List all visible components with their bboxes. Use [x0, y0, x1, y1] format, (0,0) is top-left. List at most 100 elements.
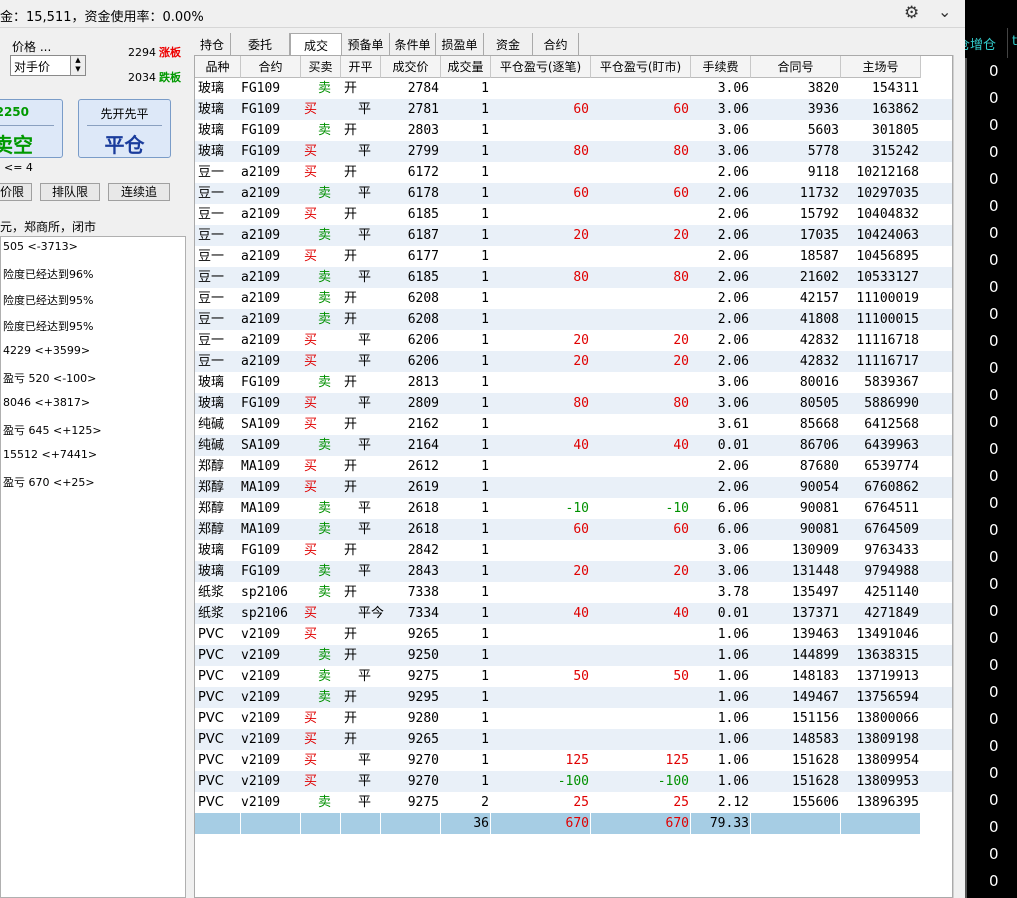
tab-1[interactable]: 委托	[231, 33, 290, 55]
column-header[interactable]: 主场号	[841, 56, 921, 78]
table-cell: 20	[673, 333, 689, 348]
gear-icon[interactable]: ⚙	[904, 3, 919, 23]
table-row[interactable]: PVC v2109 买 平 9270 1 -100 -100 1.06 151628 1380995…	[195, 771, 952, 792]
table-cell: 3.06	[717, 123, 749, 138]
table-cell: 平	[358, 501, 372, 516]
price-type-select[interactable]: 对手价 ▲ ▼	[10, 55, 86, 76]
column-header[interactable]: 平仓盈亏(盯市)	[591, 56, 691, 78]
table-row[interactable]: 豆一 a2109 买 平 6206 1 20 20 2.06 42832 11116718	[195, 330, 952, 351]
table-cell: 1.06	[717, 774, 749, 789]
table-cell	[591, 624, 689, 645]
table-row[interactable]: PVC v2109 买 平 9270 1 125 125 1.06 151628 13809954	[195, 750, 952, 771]
position-change-value: 0	[989, 602, 999, 620]
column-header[interactable]: 合约	[241, 56, 301, 78]
table-row[interactable]: 玻璃 FG109 买 平 2781 1 60 60 3.06 3936 163862	[195, 99, 952, 120]
tab-4[interactable]: 条件单	[390, 33, 436, 55]
table-cell: 4271849	[864, 606, 919, 621]
column-header[interactable]: 开平	[341, 56, 381, 78]
table-cell: 1	[481, 480, 489, 495]
table-cell: 卖	[318, 438, 332, 453]
tab-0[interactable]: 持仓	[194, 33, 231, 55]
tab-6[interactable]: 资金	[484, 33, 533, 55]
sell-short-button[interactable]: 2250 卖空	[0, 99, 63, 158]
price-spinner-icon[interactable]: ▲ ▼	[70, 56, 85, 75]
table-row[interactable]: 豆一 a2109 买 开 6177 1 2.06 18587 10456895	[195, 246, 952, 267]
continuous-chase-button[interactable]: 连续追	[108, 183, 170, 201]
column-divider	[440, 813, 441, 834]
table-row[interactable]: 玻璃 FG109 买 开 2842 1 3.06 130909 9763433	[195, 540, 952, 561]
table-row[interactable]: 郑醇 MA109 买 开 2619 1 2.06 90054 6760862	[195, 477, 952, 498]
table-row[interactable]: 纸浆 sp2106 买平今 7334 1 40 40 0.01 137371 4271849	[195, 603, 952, 624]
table-cell: 17035	[799, 228, 839, 243]
column-header[interactable]: 平仓盈亏(逐笔)	[491, 56, 591, 78]
limit-button[interactable]: 价限	[0, 183, 32, 201]
table-row[interactable]: 玻璃 FG109 买 平 2799 1 80 80 3.06 5778 315242	[195, 141, 952, 162]
table-cell	[491, 624, 589, 645]
tab-7[interactable]: 合约	[533, 33, 579, 55]
table-row[interactable]: 郑醇 MA109 卖 平 2618 1 -10 -10 6.06 90081 6764511	[195, 498, 952, 519]
table-cell: 9270	[407, 774, 439, 789]
table-row[interactable]: 豆一 a2109 卖开 6208 1 2.06 42157 11100019	[195, 288, 952, 309]
column-header[interactable]: 成交价	[381, 56, 441, 78]
tab-2[interactable]: 成交	[290, 33, 342, 55]
table-row[interactable]: 玻璃 FG109 买 平 2809 1 80 80 3.06 80505 5886990	[195, 393, 952, 414]
table-cell	[491, 708, 589, 729]
column-header[interactable]: 手续费	[691, 56, 751, 78]
table-row[interactable]: PVC v2109 卖开 9250 1 1.06 144899 13638315	[195, 645, 952, 666]
close-position-button[interactable]: 先开先平 平仓	[78, 99, 171, 158]
table-cell: 2.06	[717, 249, 749, 264]
queue-limit-button[interactable]: 排队限	[40, 183, 100, 201]
table-cell: PVC	[198, 648, 224, 663]
position-change-value: 0	[989, 143, 999, 161]
table-cell: 10533127	[856, 270, 919, 285]
table-cell: 卖	[318, 291, 332, 306]
table-row[interactable]: PVC v2109 卖开 9295 1 1.06 149467 13756594	[195, 687, 952, 708]
table-row[interactable]: 豆一 a2109 卖 平 6187 1 20 20 2.06 17035 10424063	[195, 225, 952, 246]
table-cell: 平	[358, 144, 372, 159]
table-cell: 20	[573, 333, 589, 348]
table-cell: 开	[344, 648, 358, 663]
table-row[interactable]: 纸浆 sp2106 卖开 7338 1 3.78 135497 4251140	[195, 582, 952, 603]
table-row[interactable]: 玻璃 FG109 卖开 2813 1 3.06 80016 5839367	[195, 372, 952, 393]
table-cell: 豆一	[198, 291, 225, 306]
table-row[interactable]: 纯碱 SA109 买 开 2162 1 3.61 85668 6412568	[195, 414, 952, 435]
table-cell: 6412568	[864, 417, 919, 432]
table-row[interactable]: 玻璃 FG109 卖开 2784 1 3.06 3820 154311	[195, 78, 952, 99]
table-row[interactable]: PVC v2109 买 开 9265 1 1.06 148583 13809198	[195, 729, 952, 750]
table-row[interactable]: PVC v2109 卖 平 9275 2 25 25 2.12 155606 13896395	[195, 792, 952, 813]
tab-3[interactable]: 预备单	[342, 33, 390, 55]
table-row[interactable]: 豆一 a2109 卖开 6208 1 2.06 41808 11100015	[195, 309, 952, 330]
vertical-scrollbar[interactable]	[953, 55, 965, 898]
table-row[interactable]: 玻璃 FG109 卖开 2803 1 3.06 5603 301805	[195, 120, 952, 141]
table-row[interactable]: 郑醇 MA109 买 开 2612 1 2.06 87680 6539774	[195, 456, 952, 477]
table-cell: FG109	[241, 144, 281, 159]
table-row[interactable]: 玻璃 FG109 卖 平 2843 1 20 20 3.06 131448 9794988	[195, 561, 952, 582]
column-header[interactable]: 成交量	[441, 56, 491, 78]
funds-summary: 金：15,511，资金使用率：0.00%	[0, 10, 204, 25]
table-cell: PVC	[198, 627, 224, 642]
column-header[interactable]: 合同号	[751, 56, 841, 78]
table-cell: 开	[344, 459, 358, 474]
order-panel: 价格 ... 对手价 ▲▼ 2294涨板 2034跌板 2250 卖空 先开先平…	[0, 29, 186, 898]
table-row[interactable]: 豆一 a2109 买 开 6172 1 2.06 9118 10212168	[195, 162, 952, 183]
position-change-value: 0	[989, 251, 999, 269]
table-cell: 平	[358, 396, 372, 411]
table-row[interactable]: 豆一 a2109 卖 平 6185 1 80 80 2.06 21602 10533127	[195, 267, 952, 288]
tab-5[interactable]: 损盈单	[436, 33, 484, 55]
table-cell: 郑醇	[198, 501, 225, 516]
table-cell: 3.06	[717, 81, 749, 96]
table-row[interactable]: PVC v2109 买 开 9265 1 1.06 139463 13491046	[195, 624, 952, 645]
column-header[interactable]: 品种	[195, 56, 241, 78]
table-row[interactable]: 豆一 a2109 买 平 6206 1 20 20 2.06 42832 11116717	[195, 351, 952, 372]
table-row[interactable]: 郑醇 MA109 卖 平 2618 1 60 60 6.06 90081 6764509	[195, 519, 952, 540]
chevron-down-icon[interactable]: ⌄	[938, 2, 951, 21]
table-cell: -100	[557, 774, 589, 789]
table-row[interactable]: PVC v2109 买 开 9280 1 1.06 151156 13800066	[195, 708, 952, 729]
table-row[interactable]: 豆一 a2109 卖 平 6178 1 60 60 2.06 11732 10297035	[195, 183, 952, 204]
table-row[interactable]: 豆一 a2109 买 开 6185 1 2.06 15792 10404832	[195, 204, 952, 225]
total-cell: 79.33	[709, 816, 749, 831]
table-cell: 1	[481, 438, 489, 453]
column-header[interactable]: 买卖	[301, 56, 341, 78]
table-row[interactable]: PVC v2109 卖 平 9275 1 50 50 1.06 148183 13719913	[195, 666, 952, 687]
table-row[interactable]: 纯碱 SA109 卖 平 2164 1 40 40 0.01 86706 6439963	[195, 435, 952, 456]
